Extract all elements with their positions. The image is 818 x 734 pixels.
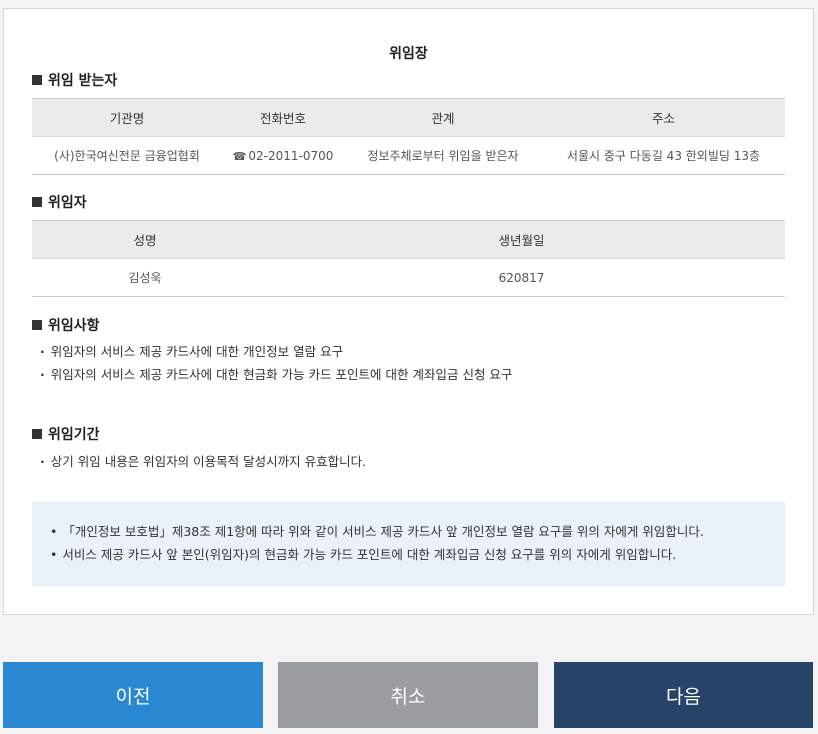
matters-section-title: 위임사항 bbox=[32, 315, 100, 335]
delegator-section-title: 위임자 bbox=[32, 192, 87, 212]
table-row: (사)한국여신전문 금융업협회 ☎ 02-2011-0700 정보주체로부터 위임… bbox=[32, 136, 785, 175]
phone-cell: ☎ 02-2011-0700 bbox=[222, 136, 344, 175]
phone-number: 02-2011-0700 bbox=[248, 148, 334, 163]
next-button[interactable]: 다음 bbox=[554, 662, 813, 728]
cancel-button[interactable]: 취소 bbox=[278, 662, 538, 728]
delegator-birth: 620817 bbox=[258, 258, 785, 297]
delegator-table: 성명 생년월일 김성욱 620817 bbox=[32, 220, 785, 297]
column-header-address: 주소 bbox=[542, 98, 785, 137]
column-header-birth: 생년월일 bbox=[258, 220, 785, 259]
column-header-name: 성명 bbox=[32, 220, 258, 259]
period-section-title: 위임기간 bbox=[32, 424, 100, 444]
period-list: 상기 위임 내용은 위임자의 이용목적 달성시까지 유효합니다. bbox=[40, 450, 366, 473]
notice-item: 「개인정보 보호법」제38조 제1항에 따라 위와 같이 서비스 제공 카드사 … bbox=[50, 520, 785, 543]
table-header-row: 기관명 전화번호 관계 주소 bbox=[32, 98, 785, 137]
table-header-row: 성명 생년월일 bbox=[32, 220, 785, 259]
square-bullet-icon bbox=[32, 197, 42, 207]
relation-value: 정보주체로부터 위임을 받은자 bbox=[344, 136, 542, 175]
delegatee-table: 기관명 전화번호 관계 주소 (사)한국여신전문 금융업협회 ☎ 02-2011-… bbox=[32, 98, 785, 175]
column-header-phone: 전화번호 bbox=[222, 98, 344, 137]
delegatee-section-label: 위임 받는자 bbox=[48, 73, 118, 89]
delegator-name: 김성욱 bbox=[32, 258, 258, 297]
column-header-org: 기관명 bbox=[32, 98, 222, 137]
matters-section-label: 위임사항 bbox=[48, 318, 100, 334]
list-item: 상기 위임 내용은 위임자의 이용목적 달성시까지 유효합니다. bbox=[40, 450, 366, 473]
square-bullet-icon bbox=[32, 429, 42, 439]
delegatee-section-title: 위임 받는자 bbox=[32, 70, 117, 90]
notice-item: 서비스 제공 카드사 앞 본인(위임자)의 현금화 가능 카드 포인트에 대한 … bbox=[50, 543, 785, 566]
document-title: 위임장 bbox=[389, 46, 428, 62]
delegation-notice: 「개인정보 보호법」제38조 제1항에 따라 위와 같이 서비스 제공 카드사 … bbox=[32, 502, 785, 586]
address-value: 서울시 중구 다동길 43 한외빌딩 13층 bbox=[542, 136, 785, 175]
period-section-label: 위임기간 bbox=[48, 427, 100, 443]
column-header-relation: 관계 bbox=[344, 98, 542, 137]
org-name: (사)한국여신전문 금융업협회 bbox=[32, 136, 222, 175]
list-item: 위임자의 서비스 제공 카드사에 대한 현금화 가능 카드 포인트에 대한 계좌… bbox=[40, 363, 513, 386]
list-item: 위임자의 서비스 제공 카드사에 대한 개인정보 열람 요구 bbox=[40, 340, 512, 363]
square-bullet-icon bbox=[32, 320, 42, 330]
phone-icon: ☎ bbox=[232, 149, 247, 163]
delegation-card: 위임장 위임 받는자 기관명 전화번호 관계 주소 (사)한국여신전문 금융업협… bbox=[3, 8, 814, 615]
table-row: 김성욱 620817 bbox=[32, 258, 785, 297]
matters-list: 위임자의 서비스 제공 카드사에 대한 개인정보 열람 요구 위임자의 서비스 … bbox=[40, 340, 513, 386]
prev-button[interactable]: 이전 bbox=[3, 662, 263, 728]
delegator-section-label: 위임자 bbox=[48, 195, 87, 211]
square-bullet-icon bbox=[32, 75, 42, 85]
